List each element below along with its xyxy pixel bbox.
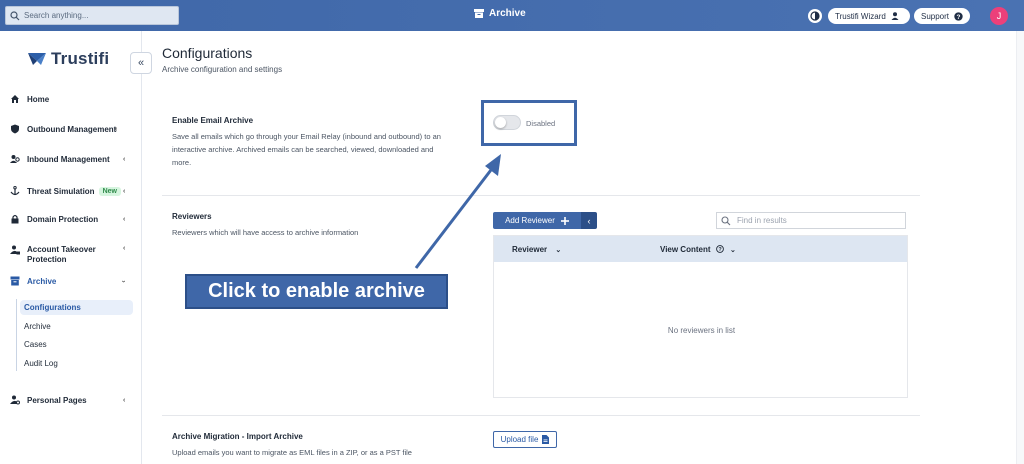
- archive-section-title: Enable Email Archive: [172, 116, 254, 125]
- app-title: Archive: [474, 8, 526, 19]
- sidebar-subitem-audit-log[interactable]: Audit Log: [20, 356, 133, 371]
- sidebar-item-outbound[interactable]: Outbound Management ‹: [10, 124, 118, 134]
- anchor-icon: [10, 186, 20, 196]
- avatar[interactable]: J: [990, 7, 1008, 25]
- toggle-highlight-box: Disabled: [481, 100, 577, 146]
- chevron-left-icon: ‹: [123, 245, 126, 252]
- empty-table-message: No reviewers in list: [667, 326, 736, 335]
- chevron-left-icon: ‹: [587, 215, 591, 226]
- user-cog-icon: [10, 395, 20, 405]
- plus-icon: [560, 216, 569, 225]
- top-bar: Search anything... Archive Trustifi Wiza…: [0, 0, 1024, 31]
- theme-toggle-button[interactable]: [808, 9, 822, 23]
- section-divider: [162, 195, 920, 196]
- trustifi-logo-icon: [28, 53, 46, 65]
- migration-section-description: Upload emails you want to migrate as EML…: [172, 448, 412, 457]
- chevron-down-icon: ⌄: [555, 247, 562, 254]
- archive-icon: [10, 276, 20, 286]
- users-icon: [10, 154, 20, 164]
- sidebar-item-label: Personal Pages: [27, 395, 87, 405]
- sidebar-item-label: Account Takeover Protection: [27, 245, 96, 265]
- search-placeholder: Search anything...: [24, 11, 89, 20]
- chevron-left-icon: ‹: [123, 396, 126, 404]
- sidebar-item-label: Inbound Management: [27, 154, 110, 164]
- file-icon: [542, 435, 550, 444]
- sidebar-item-label: Threat Simulation: [27, 186, 95, 196]
- page-subtitle: Archive configuration and settings: [162, 65, 283, 74]
- archive-icon: [474, 9, 484, 18]
- add-reviewer-label: Add Reviewer: [505, 216, 555, 225]
- submenu-guide-line: [16, 299, 17, 371]
- sidebar-item-label: Archive: [27, 276, 57, 286]
- upload-file-button[interactable]: Upload file: [493, 431, 557, 448]
- collapse-sidebar-button[interactable]: «: [130, 52, 152, 74]
- table-header: Reviewer ⌄ View Content ? ⌄: [494, 236, 907, 262]
- logo-text: Trustifi: [51, 49, 110, 68]
- reviewers-section-description: Reviewers which will have access to arch…: [172, 228, 359, 237]
- column-header-view-content[interactable]: View Content ? ⌄: [660, 245, 736, 254]
- sidebar-item-label: Domain Protection: [27, 214, 99, 224]
- sidebar-item-personal-pages[interactable]: Personal Pages ‹: [10, 395, 125, 405]
- sidebar-item-domain-protection[interactable]: Domain Protection ‹: [10, 214, 125, 224]
- search-icon: [10, 10, 20, 20]
- column-header-label: View Content: [660, 245, 711, 254]
- user-icon: [891, 12, 899, 20]
- column-header-label: Reviewer: [512, 245, 548, 254]
- sidebar-item-account-takeover[interactable]: Account Takeover Protection ‹: [10, 245, 125, 265]
- svg-text:?: ?: [957, 13, 961, 20]
- column-header-reviewer[interactable]: Reviewer ⌄: [512, 245, 561, 254]
- contrast-icon: [810, 11, 820, 21]
- enable-archive-toggle[interactable]: [493, 115, 521, 130]
- add-reviewer-dropdown-button[interactable]: ‹: [581, 212, 597, 229]
- sidebar-item-label-line1: Account Takeover: [27, 245, 96, 254]
- chevron-down-icon: ⌄: [730, 247, 736, 254]
- instruction-callout: Click to enable archive: [185, 274, 448, 309]
- wizard-button[interactable]: Trustifi Wizard: [828, 8, 910, 24]
- app-title-text: Archive: [489, 8, 526, 19]
- chevron-left-icon: ‹: [115, 125, 118, 133]
- sidebar-subitem-cases[interactable]: Cases: [20, 337, 133, 352]
- chevron-left-icon: ‹: [123, 215, 126, 223]
- logo: Trustifi: [27, 49, 109, 69]
- sidebar-item-inbound[interactable]: Inbound Management ‹: [10, 154, 125, 164]
- sidebar-item-label-line2: Protection: [27, 255, 67, 264]
- help-icon: ?: [715, 245, 724, 253]
- sidebar-item-threat-simulation[interactable]: Threat Simulation New ‹: [10, 186, 125, 196]
- toggle-knob: [495, 117, 506, 128]
- home-icon: [10, 94, 20, 104]
- wizard-label: Trustifi Wizard: [835, 11, 886, 21]
- support-label: Support: [921, 11, 950, 21]
- find-in-results-input[interactable]: Find in results: [716, 212, 906, 229]
- chevron-down-icon: ‹: [120, 279, 128, 283]
- sidebar-item-label: Home: [27, 94, 50, 104]
- sidebar-item-archive[interactable]: Archive ‹: [10, 276, 128, 286]
- upload-file-label: Upload file: [500, 435, 539, 444]
- archive-section-description: Save all emails which go through your Em…: [172, 132, 441, 167]
- toggle-state-label: Disabled: [526, 119, 556, 128]
- page-scrollbar[interactable]: [1016, 31, 1024, 464]
- add-reviewer-button[interactable]: Add Reviewer: [493, 212, 581, 229]
- migration-section-title: Archive Migration - Import Archive: [172, 432, 303, 441]
- user-lock-icon: [10, 245, 20, 255]
- sidebar-item-home[interactable]: Home: [10, 94, 49, 104]
- shield-icon: [10, 124, 20, 134]
- support-button[interactable]: Support ?: [914, 8, 970, 24]
- sidebar-subitem-configurations[interactable]: Configurations: [20, 300, 133, 315]
- page-title: Configurations: [162, 45, 253, 61]
- lock-icon: [10, 214, 20, 224]
- chevron-left-icon: ‹: [123, 155, 126, 163]
- reviewers-section-title: Reviewers: [172, 212, 212, 221]
- chevron-left-icon: ‹: [123, 187, 126, 195]
- search-input[interactable]: Search anything...: [5, 6, 179, 25]
- sidebar-item-label: Outbound Management: [27, 124, 117, 134]
- double-chevron-left-icon: «: [137, 57, 145, 69]
- reviewers-table: Reviewer ⌄ View Content ? ⌄ No reviewers…: [493, 235, 908, 398]
- sidebar-subitem-archive[interactable]: Archive: [20, 319, 133, 334]
- search-icon: [721, 215, 731, 225]
- find-placeholder: Find in results: [737, 216, 787, 225]
- section-divider: [162, 415, 920, 416]
- new-badge: New: [98, 186, 121, 196]
- help-icon: ?: [954, 11, 963, 20]
